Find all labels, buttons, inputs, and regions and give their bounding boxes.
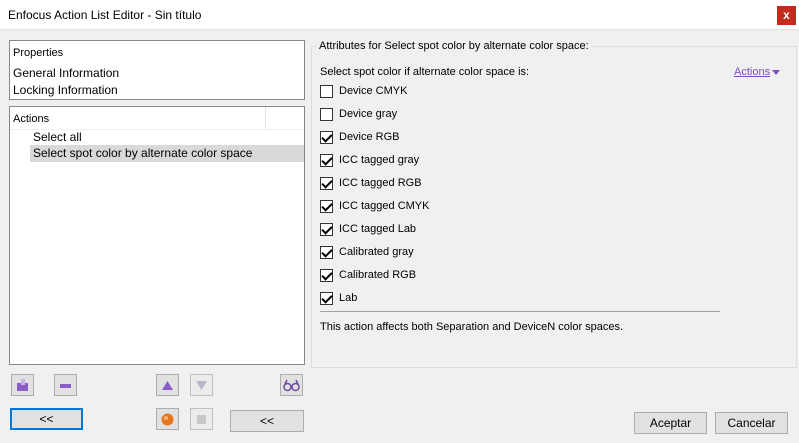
- stop-icon: [197, 414, 206, 424]
- remove-action-icon: [60, 383, 71, 388]
- option-checkbox[interactable]: [320, 84, 333, 98]
- preview-button[interactable]: [280, 374, 303, 396]
- separator-line: [320, 311, 720, 312]
- column-separator: [265, 107, 266, 129]
- attributes-subtitle: Select spot color if alternate color spa…: [320, 66, 530, 78]
- cancel-button[interactable]: Cancelar: [715, 412, 788, 434]
- run-icon: [161, 413, 174, 425]
- remove-action-button[interactable]: [54, 374, 77, 396]
- action-item-select-spot-color[interactable]: Select spot color by alternate color spa…: [30, 145, 304, 162]
- option-checkbox[interactable]: [320, 107, 333, 121]
- collapse-left-button[interactable]: <<: [10, 408, 83, 430]
- option-row[interactable]: Device gray: [320, 107, 397, 121]
- option-row[interactable]: ICC tagged Lab: [320, 222, 416, 236]
- move-down-icon: [196, 380, 207, 390]
- add-action-icon: [17, 378, 28, 391]
- glasses-icon: [283, 379, 300, 391]
- option-label: ICC tagged CMYK: [339, 200, 430, 212]
- title-bar: Enfocus Action List Editor - Sin título …: [0, 0, 799, 30]
- option-label: ICC tagged Lab: [339, 223, 417, 235]
- option-row[interactable]: Calibrated RGB: [320, 268, 416, 282]
- option-checkbox[interactable]: [320, 268, 333, 282]
- move-up-button[interactable]: [156, 374, 179, 396]
- move-up-icon: [162, 380, 173, 390]
- attributes-title: Attributes for Select spot color by alte…: [317, 40, 591, 52]
- move-down-button[interactable]: [190, 374, 213, 396]
- option-row[interactable]: ICC tagged CMYK: [320, 199, 429, 213]
- option-checkbox[interactable]: [320, 153, 333, 167]
- option-row[interactable]: Device RGB: [320, 130, 400, 144]
- option-label: ICC tagged gray: [339, 154, 420, 166]
- properties-item-general[interactable]: General Information: [13, 66, 119, 80]
- option-checkbox[interactable]: [320, 245, 333, 259]
- option-label: Lab: [339, 292, 358, 304]
- option-label: Calibrated gray: [339, 246, 414, 258]
- option-checkbox[interactable]: [320, 291, 333, 305]
- option-row[interactable]: Lab: [320, 291, 357, 305]
- close-button[interactable]: x: [777, 6, 796, 25]
- option-label: Device RGB: [339, 131, 400, 143]
- caret-down-icon: [772, 69, 781, 75]
- actions-link-label: Actions: [734, 66, 771, 78]
- properties-panel: Properties General Information Locking I…: [9, 40, 305, 100]
- info-note: This action affects both Separation and …: [320, 321, 624, 333]
- option-label: Device gray: [339, 108, 398, 120]
- properties-header: Properties: [13, 47, 64, 59]
- option-row[interactable]: Device CMYK: [320, 84, 407, 98]
- stop-button[interactable]: [190, 408, 213, 430]
- option-row[interactable]: Calibrated gray: [320, 245, 414, 259]
- option-checkbox[interactable]: [320, 176, 333, 190]
- option-checkbox[interactable]: [320, 222, 333, 236]
- action-item-select-all[interactable]: Select all: [30, 129, 304, 146]
- properties-item-locking[interactable]: Locking Information: [13, 83, 118, 97]
- collapse-mid-button[interactable]: <<: [230, 410, 304, 432]
- option-label: Calibrated RGB: [339, 269, 417, 281]
- actions-dropdown-link[interactable]: Actions: [734, 66, 781, 78]
- accept-button[interactable]: Aceptar: [634, 412, 707, 434]
- option-checkbox[interactable]: [320, 199, 333, 213]
- option-label: Device CMYK: [339, 85, 408, 97]
- option-row[interactable]: ICC tagged RGB: [320, 176, 422, 190]
- option-row[interactable]: ICC tagged gray: [320, 153, 419, 167]
- actions-list-header: Actions: [13, 113, 50, 125]
- actions-list-panel: Actions Select all Select spot color by …: [9, 106, 305, 365]
- window-title: Enfocus Action List Editor - Sin título: [8, 8, 202, 22]
- option-label: ICC tagged RGB: [339, 177, 422, 189]
- option-checkbox[interactable]: [320, 130, 333, 144]
- run-button[interactable]: [156, 408, 179, 430]
- add-action-button[interactable]: [11, 374, 34, 396]
